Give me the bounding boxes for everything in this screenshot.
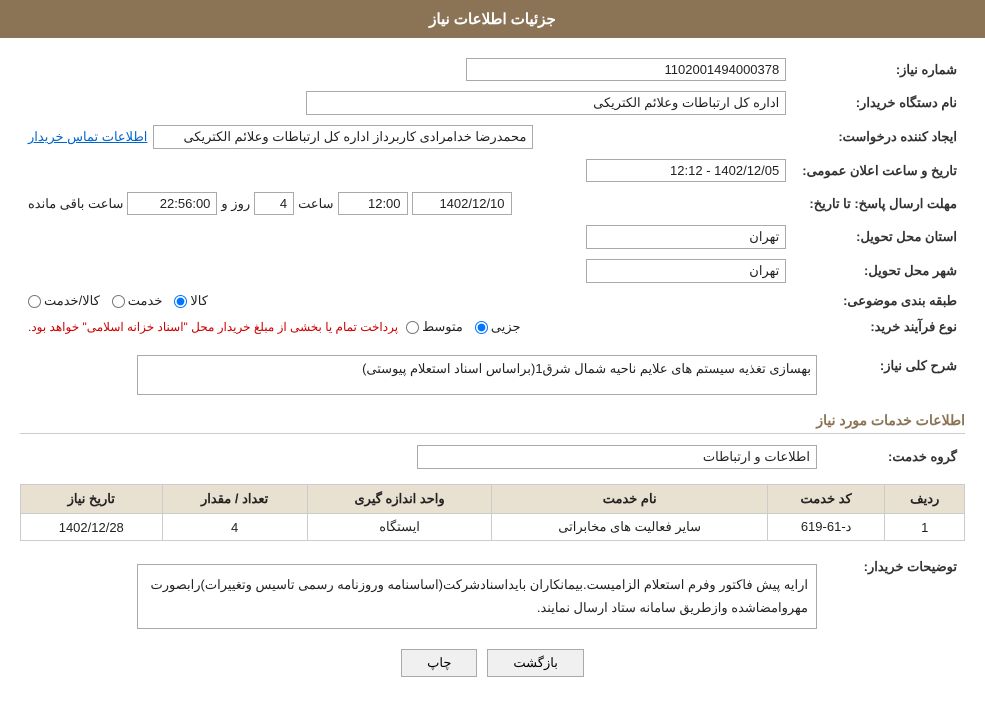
page-title: جزئیات اطلاعات نیاز [429, 11, 556, 28]
services-table-wrapper: ردیف کد خدمت نام خدمت واحد اندازه گیری ت… [20, 484, 965, 541]
buyer-org-label: نام دستگاه خریدار: [794, 86, 965, 120]
col-header-quantity: تعداد / مقدار [162, 485, 307, 514]
need-description-label: شرح کلی نیاز: [825, 350, 965, 400]
category-option-khedmat[interactable]: خدمت [112, 293, 163, 309]
print-button[interactable]: چاپ [401, 649, 477, 677]
cell-service-code: د-61-619 [767, 514, 885, 541]
services-section-title: اطلاعات خدمات مورد نیاز [20, 412, 965, 434]
col-header-row: ردیف [885, 485, 965, 514]
cell-row: 1 [885, 514, 965, 541]
need-description-section: شرح کلی نیاز: بهسازی تغذیه سیستم های علا… [20, 350, 965, 400]
back-button[interactable]: بازگشت [487, 649, 583, 677]
cell-quantity: 4 [162, 514, 307, 541]
button-group: بازگشت چاپ [20, 649, 965, 677]
buyer-notes-field: ارایه پیش فاکتور وفرم استعلام الزامیست.ب… [137, 564, 817, 629]
buyer-org-field: اداره کل ارتباطات وعلائم الکتریکی [306, 91, 786, 115]
remaining-field: 22:56:00 [127, 192, 217, 215]
purchase-option-jozi[interactable]: جزیی [475, 319, 521, 335]
buyer-notes-label: توضیحات خریدار: [825, 551, 965, 634]
creator-contact-link[interactable]: اطلاعات تماس خریدار [28, 129, 147, 145]
need-number-value: 1102001494000378 [20, 53, 794, 86]
creator-field: محمدرضا خدامرادی کاربرداز اداره کل ارتبا… [153, 125, 533, 149]
purchase-note: پرداخت تمام یا بخشی از مبلغ خریدار محل "… [28, 320, 398, 334]
purchase-type-label: نوع فرآیند خرید: [794, 314, 965, 340]
services-table: ردیف کد خدمت نام خدمت واحد اندازه گیری ت… [20, 484, 965, 541]
province-field: تهران [586, 225, 786, 249]
need-number-field: 1102001494000378 [466, 58, 786, 81]
creator-label: ایجاد کننده درخواست: [794, 120, 965, 154]
service-group-label: گروه خدمت: [825, 440, 965, 474]
info-table: شماره نیاز: 1102001494000378 نام دستگاه … [20, 53, 965, 340]
table-row: 1 د-61-619 سایر فعالیت های مخابراتی ایست… [21, 514, 965, 541]
remaining-label: ساعت باقی مانده [28, 196, 123, 212]
announce-date-label: تاریخ و ساعت اعلان عمومی: [794, 154, 965, 187]
purchase-radio-group: متوسط جزیی [406, 319, 521, 335]
days-label: روز و [221, 196, 250, 212]
response-date-field: 1402/12/10 [412, 192, 512, 215]
page-header: جزئیات اطلاعات نیاز [0, 0, 985, 38]
time-field: 12:00 [338, 192, 408, 215]
purchase-option-mutawaset[interactable]: متوسط [406, 319, 463, 335]
category-option-kala-khedmat[interactable]: کالا/خدمت [28, 293, 100, 309]
cell-unit: ایستگاه [307, 514, 492, 541]
category-radio-group: کالا/خدمت خدمت کالا [28, 293, 786, 309]
col-header-unit: واحد اندازه گیری [307, 485, 492, 514]
announce-date-field: 1402/12/05 - 12:12 [586, 159, 786, 182]
city-label: شهر محل تحویل: [794, 254, 965, 288]
col-header-date: تاریخ نیاز [21, 485, 163, 514]
service-group-field: اطلاعات و ارتباطات [417, 445, 817, 469]
category-label: طبقه بندی موضوعی: [794, 288, 965, 314]
province-label: استان محل تحویل: [794, 220, 965, 254]
cell-date: 1402/12/28 [21, 514, 163, 541]
need-description-field: بهسازی تغذیه سیستم های علایم ناحیه شمال … [137, 355, 817, 395]
time-label: ساعت [298, 196, 333, 212]
city-field: تهران [586, 259, 786, 283]
days-field: 4 [254, 192, 294, 215]
need-number-label: شماره نیاز: [794, 53, 965, 86]
col-header-service-code: کد خدمت [767, 485, 885, 514]
category-option-kala[interactable]: کالا [174, 293, 208, 309]
response-deadline-label: مهلت ارسال پاسخ: تا تاریخ: [794, 187, 965, 220]
cell-service-name: سایر فعالیت های مخابراتی [492, 514, 767, 541]
col-header-service-name: نام خدمت [492, 485, 767, 514]
